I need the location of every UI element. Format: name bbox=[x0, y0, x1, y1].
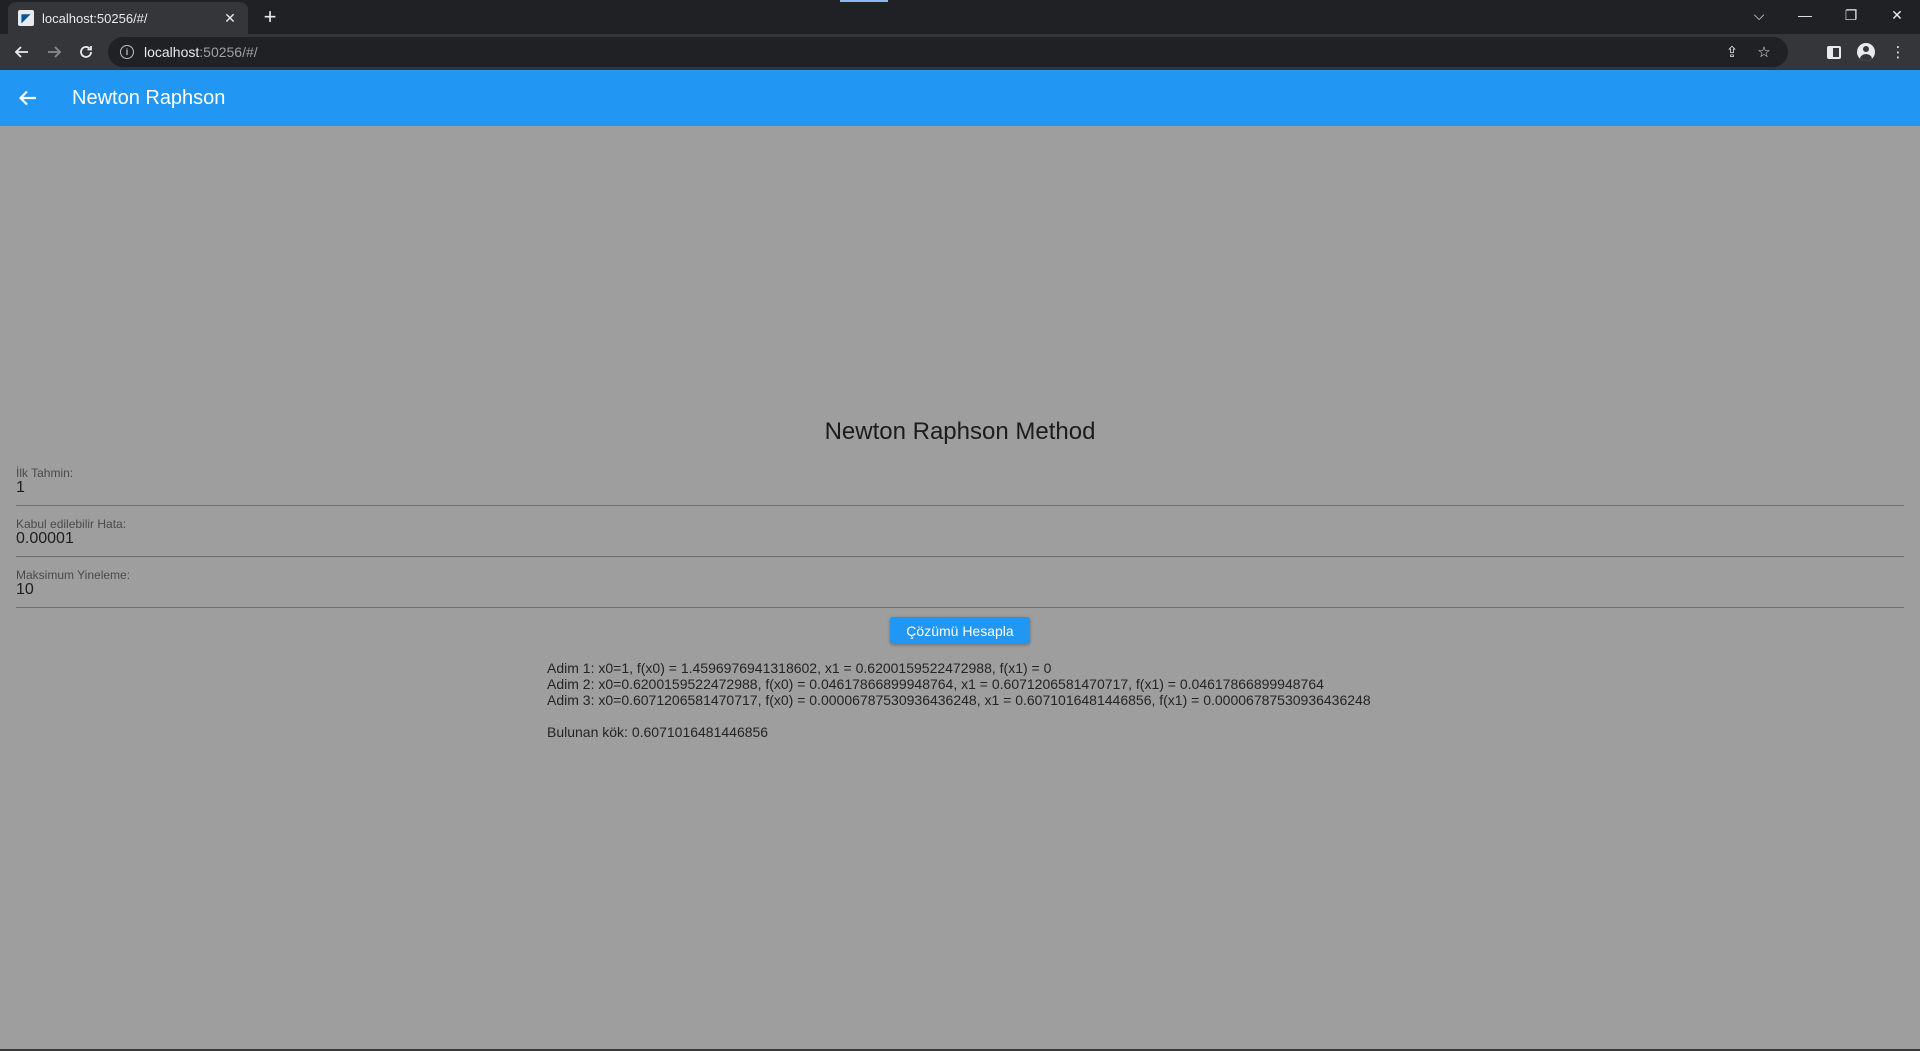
step-line: Adim 3: x0=0.6071206581470717, f(x0) = 0… bbox=[547, 692, 1371, 708]
reload-icon bbox=[80, 46, 92, 58]
app-bar: Newton Raphson bbox=[0, 70, 1920, 126]
back-button[interactable] bbox=[6, 36, 38, 68]
address-bar[interactable]: i localhost :50256/#/ ⇪ ☆ bbox=[108, 37, 1788, 67]
share-icon[interactable]: ⇪ bbox=[1716, 43, 1748, 61]
restore-button[interactable]: ❐ bbox=[1828, 0, 1874, 30]
toolbar-right: ⋮ bbox=[1818, 36, 1914, 68]
step-line: Adim 2: x0=0.6200159522472988, f(x0) = 0… bbox=[547, 676, 1324, 692]
back-arrow-icon bbox=[14, 46, 28, 58]
page-title: Newton Raphson Method bbox=[824, 418, 1096, 445]
url-host: localhost bbox=[144, 44, 200, 60]
flutter-favicon-icon: ◤ bbox=[18, 10, 34, 26]
tab-title: localhost:50256/#/ bbox=[42, 10, 148, 26]
site-info-icon[interactable]: i bbox=[120, 45, 134, 59]
initial-guess-field[interactable]: İlk Tahmin: 1 bbox=[16, 460, 1904, 506]
results-panel: Adim 1: x0=1, f(x0) = 1.4596976941318602… bbox=[547, 660, 1371, 740]
tab-search-button[interactable]: ⌵ bbox=[1736, 0, 1782, 30]
side-panel-button[interactable] bbox=[1818, 36, 1850, 68]
calculate-button[interactable]: Çözümü Hesapla bbox=[890, 617, 1030, 644]
url-path: :50256/#/ bbox=[199, 44, 258, 60]
reload-button[interactable] bbox=[70, 36, 102, 68]
forward-arrow-icon bbox=[48, 46, 62, 58]
app-bar-title: Newton Raphson bbox=[72, 86, 226, 109]
tolerance-input[interactable]: 0.00001 bbox=[16, 530, 1904, 548]
max-iterations-input[interactable]: 10 bbox=[16, 581, 1904, 599]
root-result: Bulunan kök: 0.6071016481446856 bbox=[547, 724, 769, 740]
profile-button[interactable] bbox=[1850, 36, 1882, 68]
tolerance-field[interactable]: Kabul edilebilir Hata: 0.00001 bbox=[16, 511, 1904, 557]
step-line: Adim 1: x0=1, f(x0) = 1.4596976941318602… bbox=[547, 660, 1052, 676]
profile-avatar-icon bbox=[1857, 43, 1875, 61]
app-back-button[interactable] bbox=[0, 70, 56, 126]
initial-guess-input[interactable]: 1 bbox=[16, 479, 1904, 497]
forward-button[interactable] bbox=[38, 36, 70, 68]
browser-tabstrip: ◤ localhost:50256/#/ ✕ + ⌵ — ❐ ✕ bbox=[0, 0, 1920, 34]
new-tab-button[interactable]: + bbox=[258, 4, 282, 30]
max-iterations-field[interactable]: Maksimum Yineleme: 10 bbox=[16, 562, 1904, 608]
close-window-button[interactable]: ✕ bbox=[1874, 0, 1920, 30]
omnibox-actions: ⇪ ☆ bbox=[1716, 37, 1780, 67]
arrow-back-icon bbox=[18, 90, 36, 106]
tolerance-label: Kabul edilebilir Hata: bbox=[16, 517, 127, 531]
max-iterations-label: Maksimum Yineleme: bbox=[16, 568, 131, 582]
main-content: Newton Raphson Method İlk Tahmin: 1 Kabu… bbox=[0, 126, 1920, 1051]
tab-activity-indicator bbox=[840, 0, 888, 2]
browser-toolbar: i localhost :50256/#/ ⇪ ☆ ⋮ bbox=[0, 34, 1920, 70]
window-controls: ⌵ — ❐ ✕ bbox=[1736, 0, 1920, 30]
side-panel-icon bbox=[1827, 45, 1841, 59]
tab-close-icon[interactable]: ✕ bbox=[222, 10, 238, 27]
bookmark-star-icon[interactable]: ☆ bbox=[1748, 43, 1780, 61]
minimize-button[interactable]: — bbox=[1782, 0, 1828, 30]
browser-menu-icon[interactable]: ⋮ bbox=[1882, 36, 1914, 68]
initial-guess-label: İlk Tahmin: bbox=[16, 466, 74, 480]
browser-tab[interactable]: ◤ localhost:50256/#/ ✕ bbox=[8, 2, 248, 34]
